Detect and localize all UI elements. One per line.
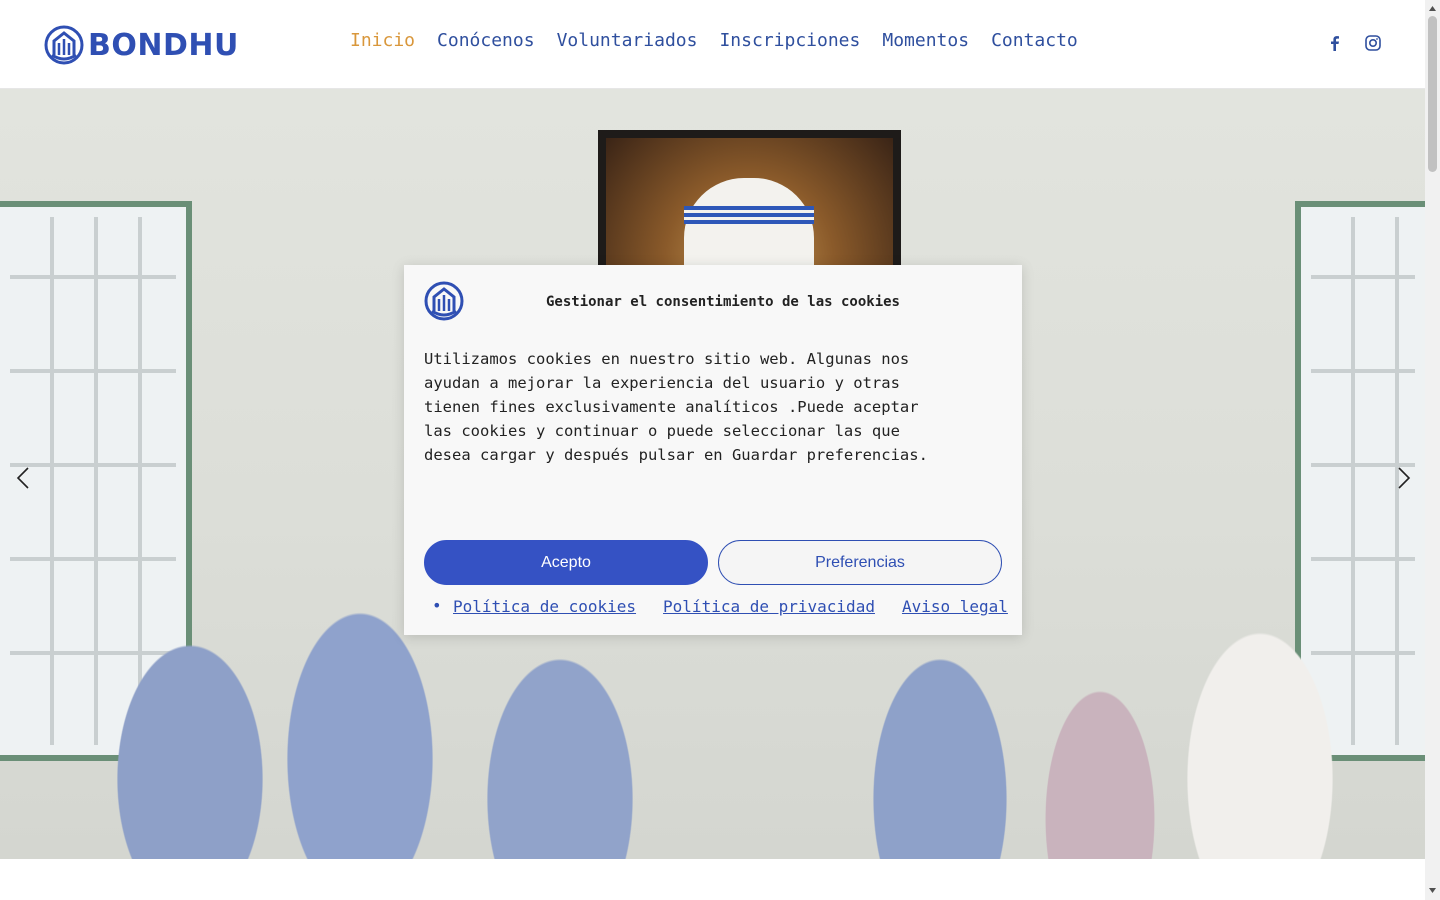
brand-name: BONDHU bbox=[88, 27, 239, 63]
chevron-right-icon bbox=[1398, 467, 1411, 489]
scrollbar-thumb[interactable] bbox=[1428, 16, 1437, 172]
brand-logo[interactable]: BONDHU bbox=[44, 24, 239, 66]
social-links bbox=[1326, 34, 1382, 52]
scroll-up-icon[interactable] bbox=[1428, 4, 1437, 13]
chevron-left-icon bbox=[16, 467, 29, 489]
privacy-policy-link[interactable]: Política de privacidad bbox=[646, 597, 875, 616]
preferences-button[interactable]: Preferencias bbox=[718, 540, 1002, 585]
cookie-consent-dialog: Gestionar el consentimiento de las cooki… bbox=[404, 265, 1022, 635]
facebook-icon[interactable] bbox=[1326, 34, 1344, 52]
nav-item-voluntariados[interactable]: Voluntariados bbox=[557, 30, 698, 51]
instagram-icon[interactable] bbox=[1364, 34, 1382, 52]
cookie-policy-link[interactable]: Política de cookies bbox=[436, 597, 636, 616]
legal-notice-link[interactable]: Aviso legal bbox=[885, 597, 1008, 616]
cookie-policy-links: • Política de cookies Política de privac… bbox=[432, 596, 1008, 616]
nav-item-contacto[interactable]: Contacto bbox=[991, 30, 1078, 51]
nav-item-momentos[interactable]: Momentos bbox=[882, 30, 969, 51]
list-bullet: • bbox=[432, 596, 442, 615]
main-nav: Inicio Conócenos Voluntariados Inscripci… bbox=[350, 30, 1078, 51]
nav-item-conocenos[interactable]: Conócenos bbox=[437, 30, 535, 51]
scroll-down-icon[interactable] bbox=[1428, 886, 1437, 895]
accept-button[interactable]: Acepto bbox=[424, 540, 708, 585]
nav-item-inscripciones[interactable]: Inscripciones bbox=[719, 30, 860, 51]
page-scrollbar[interactable] bbox=[1425, 0, 1440, 900]
nav-item-inicio[interactable]: Inicio bbox=[350, 30, 415, 51]
cookie-dialog-title: Gestionar el consentimiento de las cooki… bbox=[545, 294, 900, 310]
site-header: BONDHU Inicio Conócenos Voluntariados In… bbox=[0, 0, 1425, 89]
bondhu-logo-icon bbox=[44, 25, 84, 65]
slider-next-button[interactable] bbox=[1393, 466, 1413, 490]
cookie-dialog-text: Utilizamos cookies en nuestro sitio web.… bbox=[424, 350, 928, 464]
slider-prev-button[interactable] bbox=[14, 466, 34, 490]
